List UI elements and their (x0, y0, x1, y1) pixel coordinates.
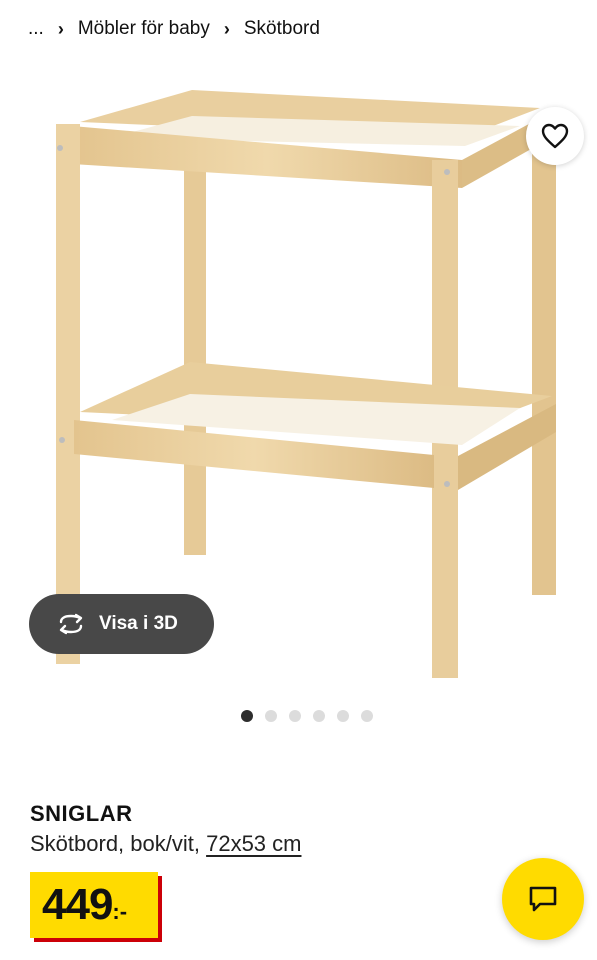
chevron-right-icon: › (223, 18, 230, 39)
pagination-dot[interactable] (289, 710, 301, 722)
price-box: 449 :- (30, 872, 158, 938)
pagination-dot[interactable] (313, 710, 325, 722)
gallery-pagination (241, 710, 373, 722)
price-decimal: :- (112, 899, 128, 924)
pagination-dot[interactable] (337, 710, 349, 722)
view-in-3d-button[interactable]: Visa i 3D (29, 594, 214, 654)
breadcrumb-item-mobler-for-baby[interactable]: Möbler för baby (78, 18, 210, 40)
product-name: SNIGLAR (30, 801, 133, 826)
heart-icon (541, 123, 569, 149)
view-in-3d-label: Visa i 3D (99, 613, 178, 634)
chat-icon (529, 886, 557, 912)
product-size-link[interactable]: 72x53 cm (206, 831, 301, 856)
price-tag: 449 :- (30, 872, 162, 942)
pagination-dot[interactable] (241, 710, 253, 722)
breadcrumb-ellipsis[interactable]: ... (28, 18, 44, 40)
product-type: Skötbord, bok/vit, (30, 831, 207, 856)
pagination-dot[interactable] (361, 710, 373, 722)
rotate-3d-icon (55, 613, 87, 635)
product-description: Skötbord, bok/vit, 72x53 cm (30, 831, 301, 857)
breadcrumb-item-skotbord[interactable]: Skötbord (244, 18, 320, 40)
price-integer: 449 (42, 880, 113, 929)
chat-button[interactable] (502, 858, 584, 940)
breadcrumb: ... › Möbler för baby › Skötbord (28, 16, 320, 42)
chevron-right-icon: › (57, 18, 64, 39)
favorite-button[interactable] (526, 107, 584, 165)
pagination-dot[interactable] (265, 710, 277, 722)
